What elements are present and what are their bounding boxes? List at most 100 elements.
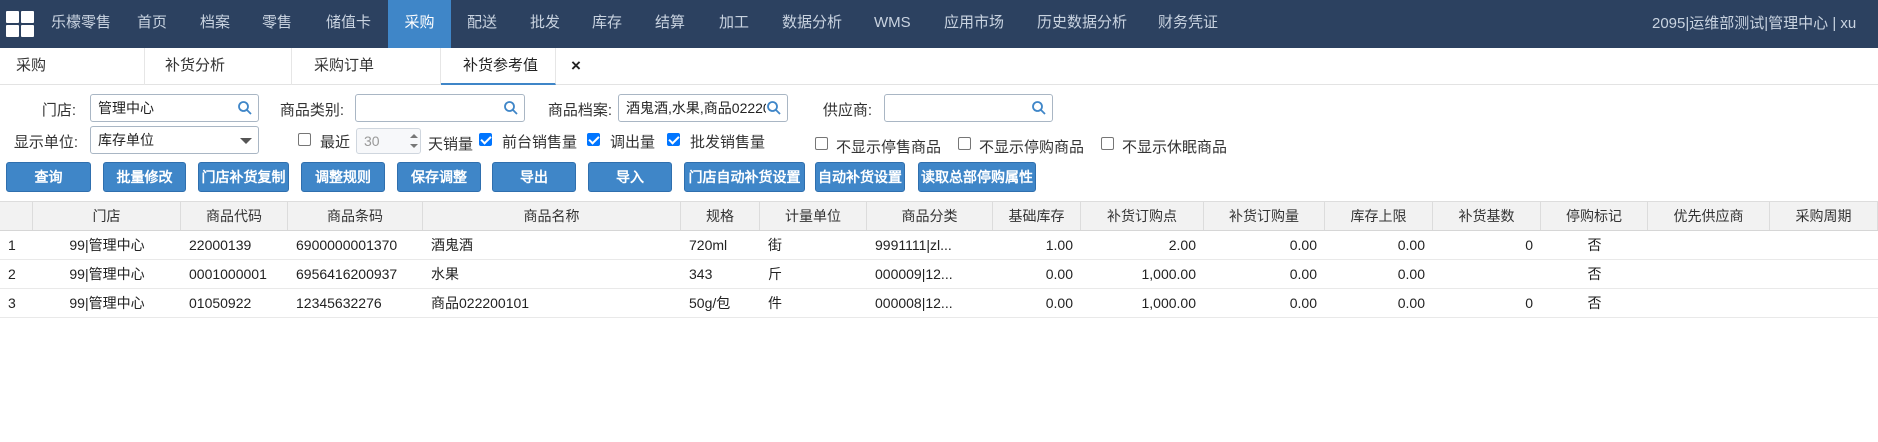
wholesale-label: 批发销售量 (690, 134, 766, 151)
cell-reorder-qty: 0.00 (1289, 295, 1317, 311)
tab-replenish-reference[interactable]: 补货参考值 (441, 48, 556, 85)
search-icon[interactable] (237, 100, 253, 116)
stepper-down-icon[interactable] (410, 144, 418, 148)
nav-item-app-market[interactable]: 应用市场 (944, 0, 1004, 48)
save-adjust-button[interactable]: 保存调整 (397, 162, 481, 192)
days-sales-label: 天销量 (428, 136, 474, 153)
cell-reorder-point: 2.00 (1168, 237, 1196, 253)
column-header-unit[interactable]: 计量单位 (760, 202, 867, 230)
cell-stock-upper-limit: 0.00 (1397, 266, 1425, 282)
cell-category: 9991111|zl... (875, 237, 952, 253)
table-row[interactable]: 1 99|管理中心 22000139 6900000001370 酒鬼酒 720ml 街 99… (0, 231, 1878, 260)
column-header-base-stock[interactable]: 基础库存 (993, 202, 1081, 230)
cell-product-code: 22000139 (189, 237, 252, 253)
auto-replenish-setting-button[interactable]: 自动补货设置 (815, 162, 905, 192)
column-header-replenish-base[interactable]: 补货基数 (1433, 202, 1541, 230)
wholesale-checkbox[interactable] (667, 133, 680, 146)
front-sales-checkbox[interactable] (479, 133, 492, 146)
tab-replenish-analysis[interactable]: 补货分析 (145, 48, 292, 85)
nav-item-inventory[interactable]: 库存 (592, 0, 622, 48)
nav-item-home[interactable]: 首页 (137, 0, 167, 48)
cell-purchase-cycle (1770, 260, 1878, 288)
import-button[interactable]: 导入 (588, 162, 672, 192)
supplier-label: 供应商: (822, 102, 872, 119)
query-button[interactable]: 查询 (6, 162, 91, 192)
nav-item-wms[interactable]: WMS (874, 0, 911, 48)
user-info[interactable]: 2095|运维部测试|管理中心 | xu (1652, 0, 1878, 48)
column-header-preferred-supplier[interactable]: 优先供应商 (1648, 202, 1770, 230)
cell-store: 99|管理中心 (69, 295, 145, 311)
cell-unit: 斤 (768, 266, 782, 282)
column-header-product-code[interactable]: 商品代码 (181, 202, 288, 230)
tab-purchase[interactable]: 采购 (0, 48, 145, 85)
nav-item-processing[interactable]: 加工 (719, 0, 749, 48)
recent-checkbox[interactable] (298, 133, 311, 146)
tab-purchase-order[interactable]: 采购订单 (292, 48, 441, 85)
column-header-spec[interactable]: 规格 (681, 202, 760, 230)
category-input[interactable] (355, 94, 525, 122)
cell-base-stock: 1.00 (1045, 237, 1073, 253)
nav-item-history-analysis[interactable]: 历史数据分析 (1037, 0, 1127, 48)
search-icon[interactable] (766, 100, 782, 116)
hide-dormant-checkbox[interactable] (1101, 137, 1114, 150)
app-grid-logo-icon[interactable] (6, 11, 35, 37)
cell-category: 000009|12... (875, 266, 953, 282)
nav-item-retail[interactable]: 零售 (262, 0, 292, 48)
column-header-reorder-point[interactable]: 补货订购点 (1081, 202, 1204, 230)
nav-item-data-analysis[interactable]: 数据分析 (782, 0, 842, 48)
product-input[interactable]: 酒鬼酒,水果,商品022200101 (618, 94, 788, 122)
cell-store: 99|管理中心 (69, 266, 145, 282)
cell-reorder-point: 1,000.00 (1141, 295, 1197, 311)
column-header-product-name[interactable]: 商品名称 (423, 202, 681, 230)
table-row[interactable]: 3 99|管理中心 01050922 12345632276 商品022200101 50… (0, 289, 1878, 318)
cell-spec: 343 (689, 266, 713, 282)
column-header-barcode[interactable]: 商品条码 (288, 202, 423, 230)
cell-stop-purchase-flag: 否 (1587, 295, 1602, 311)
tab-close-icon[interactable]: × (571, 48, 581, 84)
read-hq-stop-purchase-button[interactable]: 读取总部停购属性 (918, 162, 1036, 192)
export-button[interactable]: 导出 (492, 162, 576, 192)
column-header-reorder-qty[interactable]: 补货订购量 (1204, 202, 1325, 230)
store-auto-replenish-button[interactable]: 门店自动补货设置 (684, 162, 805, 192)
supplier-input[interactable] (884, 94, 1053, 122)
store-input[interactable]: 管理中心 (90, 94, 259, 122)
nav-item-archive[interactable]: 档案 (200, 0, 230, 48)
column-header-category[interactable]: 商品分类 (867, 202, 993, 230)
display-unit-select[interactable]: 库存单位 (90, 126, 259, 154)
nav-item-stored-value-card[interactable]: 储值卡 (326, 0, 371, 48)
display-unit-label: 显示单位: (13, 134, 78, 151)
cell-preferred-supplier (1648, 289, 1770, 317)
batch-edit-button[interactable]: 批量修改 (103, 162, 186, 192)
column-header-stock-upper-limit[interactable]: 库存上限 (1325, 202, 1433, 230)
stepper-up-icon[interactable] (410, 134, 418, 138)
cell-product-code: 0001000001 (189, 266, 267, 282)
search-icon[interactable] (503, 100, 519, 116)
nav-item-distribution[interactable]: 配送 (467, 0, 497, 48)
nav-item-settlement[interactable]: 结算 (655, 0, 685, 48)
cell-product-code: 01050922 (189, 295, 252, 311)
nav-item-purchase[interactable]: 采购 (388, 0, 451, 48)
cell-barcode: 6900000001370 (296, 237, 398, 253)
hide-dormant-label: 不显示休眠商品 (1122, 139, 1228, 156)
search-icon[interactable] (1031, 100, 1047, 116)
cell-product-name: 酒鬼酒 (431, 237, 473, 253)
column-header-row-number[interactable] (0, 202, 33, 230)
cell-row-number: 2 (8, 266, 16, 282)
cell-product-name: 水果 (431, 266, 459, 282)
nav-brand[interactable]: 乐檬零售 (51, 0, 111, 48)
recent-days-stepper[interactable]: 30 (356, 128, 421, 154)
transfer-out-checkbox[interactable] (587, 133, 600, 146)
table-row[interactable]: 2 99|管理中心 0001000001 6956416200937 水果 343 斤 000… (0, 260, 1878, 289)
column-header-store[interactable]: 门店 (33, 202, 181, 230)
cell-stock-upper-limit: 0.00 (1397, 237, 1425, 253)
nav-item-finance-voucher[interactable]: 财务凭证 (1158, 0, 1218, 48)
store-replenish-copy-button[interactable]: 门店补货复制 (198, 162, 289, 192)
hide-stop-purchase-checkbox[interactable] (958, 137, 971, 150)
adjust-rule-button[interactable]: 调整规则 (301, 162, 385, 192)
column-header-stop-purchase-flag[interactable]: 停购标记 (1541, 202, 1648, 230)
cell-stock-upper-limit: 0.00 (1397, 295, 1425, 311)
cell-spec: 50g/包 (689, 295, 731, 311)
nav-item-wholesale[interactable]: 批发 (530, 0, 560, 48)
hide-stop-sale-checkbox[interactable] (815, 137, 828, 150)
column-header-purchase-cycle[interactable]: 采购周期 (1770, 202, 1878, 230)
